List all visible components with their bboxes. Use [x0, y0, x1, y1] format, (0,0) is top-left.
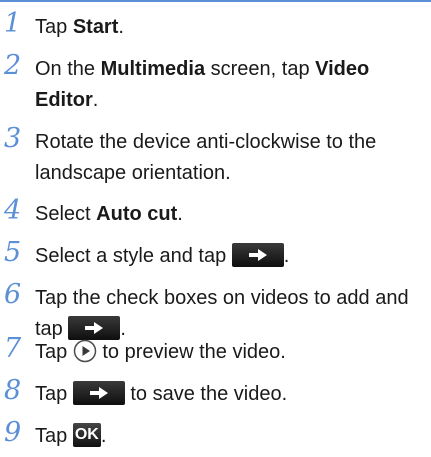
step-number: 4 [4, 195, 22, 226]
step-number: 7 [4, 333, 22, 364]
right-arrow-button-icon [72, 380, 125, 405]
step-text-segment: Rotate the device anti-clockwise to the … [35, 131, 377, 184]
ui-term: Multimedia [100, 58, 206, 80]
step-text-segment: Tap [35, 425, 73, 447]
step-text: On the Multimedia screen, tap Video Edit… [35, 54, 420, 116]
right-arrow-button-icon [231, 242, 284, 267]
step-text: Tap Start. [35, 12, 420, 43]
step-text-segment: . [283, 245, 290, 267]
step-text-segment: On the [35, 58, 101, 80]
step-number: 3 [4, 123, 22, 154]
step-text: Tap the check boxes on videos to add and… [35, 283, 420, 345]
ui-term: Start [72, 16, 119, 38]
step-text-segment: Tap [35, 16, 73, 38]
step-text-segment: . [118, 16, 124, 38]
step-number: 5 [4, 237, 22, 268]
step-text: Rotate the device anti-clockwise to the … [35, 127, 420, 189]
step-text-segment: . [100, 425, 107, 447]
step-text-segment: to save the video. [124, 383, 288, 405]
step-text-segment: to preview the video. [96, 341, 286, 363]
step-text-segment: . [177, 203, 183, 225]
step-number: 6 [4, 279, 22, 310]
step-number: 9 [4, 417, 22, 448]
step-text-segment: Tap [35, 341, 73, 363]
step-text-segment: Select a style and tap [35, 245, 232, 267]
step-number: 2 [4, 50, 22, 81]
step-text-segment: Tap [35, 383, 73, 405]
play-icon [73, 339, 97, 363]
ok-button-icon: OK [72, 422, 101, 447]
step-text: Select a style and tap . [35, 241, 420, 272]
step-text: Tap to preview the video. [35, 337, 420, 368]
step-number: 1 [4, 8, 22, 39]
step-number: 8 [4, 375, 22, 406]
top-divider [0, 0, 431, 2]
step-text-segment: . [92, 89, 99, 111]
step-text-segment: screen, tap [205, 58, 316, 80]
step-text-segment: Select [35, 203, 97, 225]
step-text: Select Auto cut. [35, 199, 420, 230]
ui-term: Auto cut [96, 203, 178, 225]
step-text: Tap to save the video. [35, 379, 420, 410]
step-text: Tap OK. [35, 421, 420, 452]
